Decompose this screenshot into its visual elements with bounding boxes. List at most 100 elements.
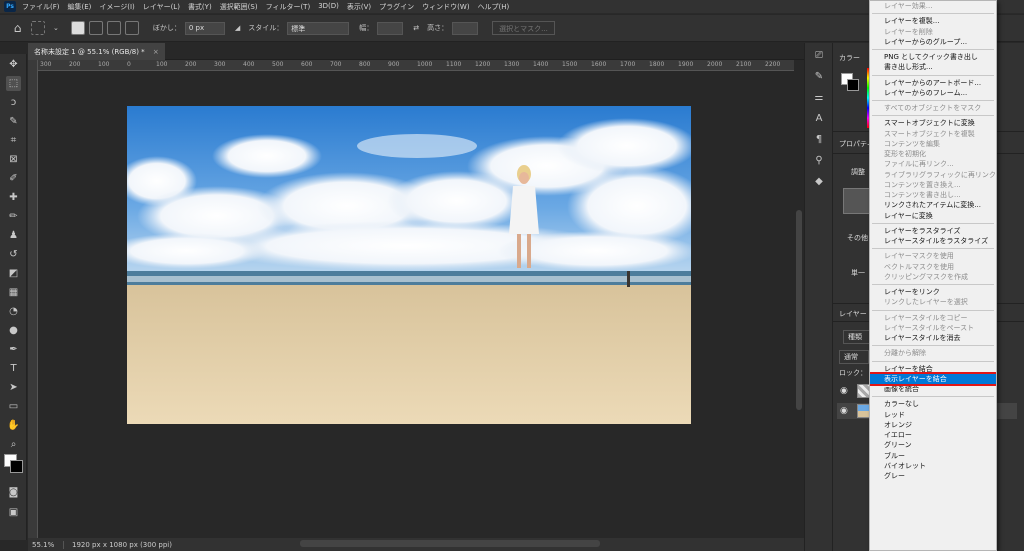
menu-item[interactable]: ファイル(F) [22,2,60,12]
history-brush-icon[interactable]: ↺ [6,247,21,262]
screen-mode-icon[interactable]: ▣ [6,505,21,520]
type-icon[interactable]: T [6,361,21,376]
menu-item[interactable]: 選択範囲(S) [220,2,258,12]
context-menu-item[interactable]: レイヤーからのグループ... [870,37,996,47]
layers-tab[interactable]: レイヤー [839,309,867,319]
menu-item[interactable]: 3D(D) [318,2,339,12]
context-menu-item[interactable]: 画像を統合 [870,384,996,394]
menu-item[interactable]: ウィンドウ(W) [422,2,469,12]
background-color-swatch[interactable] [10,460,23,473]
context-menu-item[interactable]: レイヤースタイルをラスタライズ [870,236,996,246]
vertical-scrollbar[interactable] [794,60,804,538]
anti-alias-icon[interactable]: ◢ [235,24,240,32]
panel-bg-swatch[interactable] [847,79,859,91]
context-menu-item[interactable]: レイヤーからのフレーム... [870,88,996,98]
hand-icon[interactable]: ✋ [6,418,21,433]
context-menu-item[interactable]: レイヤーに変換 [870,211,996,221]
height-input[interactable] [452,21,479,35]
character-icon[interactable]: A [812,113,826,127]
horizontal-scroll-thumb[interactable] [300,540,600,547]
adjustments-icon[interactable]: ⚌ [812,92,826,106]
stamp-icon[interactable]: ♟ [6,228,21,243]
add-selection-icon[interactable] [88,21,103,35]
document-info[interactable]: 1920 px x 1080 px (300 ppi) [64,541,172,549]
intersect-selection-icon[interactable] [124,21,139,35]
frame-icon[interactable]: ⊠ [6,152,21,167]
close-tab-icon[interactable]: × [153,48,159,56]
context-menu-item[interactable]: ブルー [870,451,996,461]
glyphs-icon[interactable]: ⚲ [812,155,826,169]
ruler-tick-label: 1600 [591,61,607,68]
feather-input[interactable]: 0 px [184,21,225,35]
lasso-icon[interactable]: ↄ [6,95,21,110]
context-menu-item[interactable]: オレンジ [870,420,996,430]
history-icon[interactable]: ⎚ [812,50,826,64]
new-selection-icon[interactable] [70,21,85,35]
crop-icon[interactable]: ⌗ [6,133,21,148]
subtract-selection-icon[interactable] [106,21,121,35]
home-icon[interactable]: ⌂ [10,21,25,36]
context-menu-item[interactable]: スマートオブジェクトに変換 [870,118,996,128]
menu-item[interactable]: 編集(E) [68,2,92,12]
menu-item[interactable]: 書式(Y) [188,2,212,12]
eraser-icon[interactable]: ◩ [6,266,21,281]
context-menu-item[interactable]: カラーなし [870,399,996,409]
menu-item[interactable]: 表示(V) [347,2,371,12]
ruler-tick-label: 1900 [678,61,694,68]
marquee-icon[interactable]: ⬚ [6,76,21,91]
thumbnail-preview[interactable] [843,188,871,214]
blur-icon[interactable]: ◔ [6,304,21,319]
document-tab[interactable]: 名称未設定 1 @ 55.1% (RGB/8) * × [28,43,165,60]
context-menu-item[interactable]: レイヤースタイルを消去 [870,333,996,343]
context-menu-item[interactable]: イエロー [870,430,996,440]
merge-layers-menu-item[interactable]: 表示レイヤーを結合 [870,371,996,387]
path-select-icon[interactable]: ➤ [6,380,21,395]
shapes-icon[interactable]: ◆ [812,176,826,190]
rectangular-marquee-icon[interactable] [31,21,45,35]
dodge-icon[interactable]: ● [6,323,21,338]
context-menu-item[interactable]: レイヤーを複製... [870,16,996,26]
context-menu-item[interactable]: PNG としてクイック書き出し [870,52,996,62]
menu-item[interactable]: レイヤー(L) [143,2,180,12]
blend-mode-select[interactable]: 通常 [839,350,869,364]
context-menu-item[interactable]: レッド [870,410,996,420]
menu-item[interactable]: イメージ(I) [99,2,134,12]
rectangle-icon[interactable]: ▭ [6,399,21,414]
brush-icon[interactable]: ✏ [6,209,21,224]
select-and-mask-button[interactable]: 選択とマスク... [492,21,555,35]
visibility-eye-icon[interactable]: ◉ [840,386,848,396]
move-icon[interactable]: ✥ [6,57,21,72]
context-menu-item[interactable]: レイヤーをリンク [870,287,996,297]
context-menu-item[interactable]: グレー [870,471,996,481]
color-tab[interactable]: カラー [839,53,860,63]
zoom-icon[interactable]: ⌕ [6,437,21,452]
visibility-eye-icon[interactable]: ◉ [840,406,848,416]
chevron-down-icon[interactable]: ⌄ [53,24,59,32]
context-menu-item[interactable]: レイヤーをラスタライズ [870,226,996,236]
quick-mask-icon[interactable]: ◙ [6,485,21,500]
context-menu-item[interactable]: レイヤーからのアートボード... [870,78,996,88]
document-image[interactable] [127,106,691,424]
eyedropper-icon[interactable]: ✐ [6,171,21,186]
context-menu-item[interactable]: レイヤーを結合 [870,364,996,374]
pen-icon[interactable]: ✒ [6,342,21,357]
quick-select-icon[interactable]: ✎ [6,114,21,129]
width-input[interactable] [377,21,404,35]
context-menu-item[interactable]: リンクされたアイテムに変換... [870,200,996,210]
menu-separator [872,360,994,362]
swap-icon[interactable]: ⇄ [413,24,419,32]
scroll-thumb[interactable] [796,210,802,410]
menu-item[interactable]: ヘルプ(H) [478,2,510,12]
menu-item[interactable]: プラグイン [379,2,414,12]
gradient-icon[interactable]: ▦ [6,285,21,300]
zoom-level[interactable]: 55.1% [28,540,64,549]
context-menu-item[interactable]: グリーン [870,440,996,450]
context-menu-item[interactable]: 書き出し形式... [870,62,996,72]
ruler-tick-label: 100 [156,61,168,68]
brush-settings-icon[interactable]: ✎ [812,71,826,85]
context-menu-item[interactable]: バイオレット [870,461,996,471]
menu-item[interactable]: フィルター(T) [266,2,311,12]
healing-icon[interactable]: ✚ [6,190,21,205]
style-select[interactable]: 標準 [287,21,350,35]
paragraph-icon[interactable]: ¶ [812,134,826,148]
